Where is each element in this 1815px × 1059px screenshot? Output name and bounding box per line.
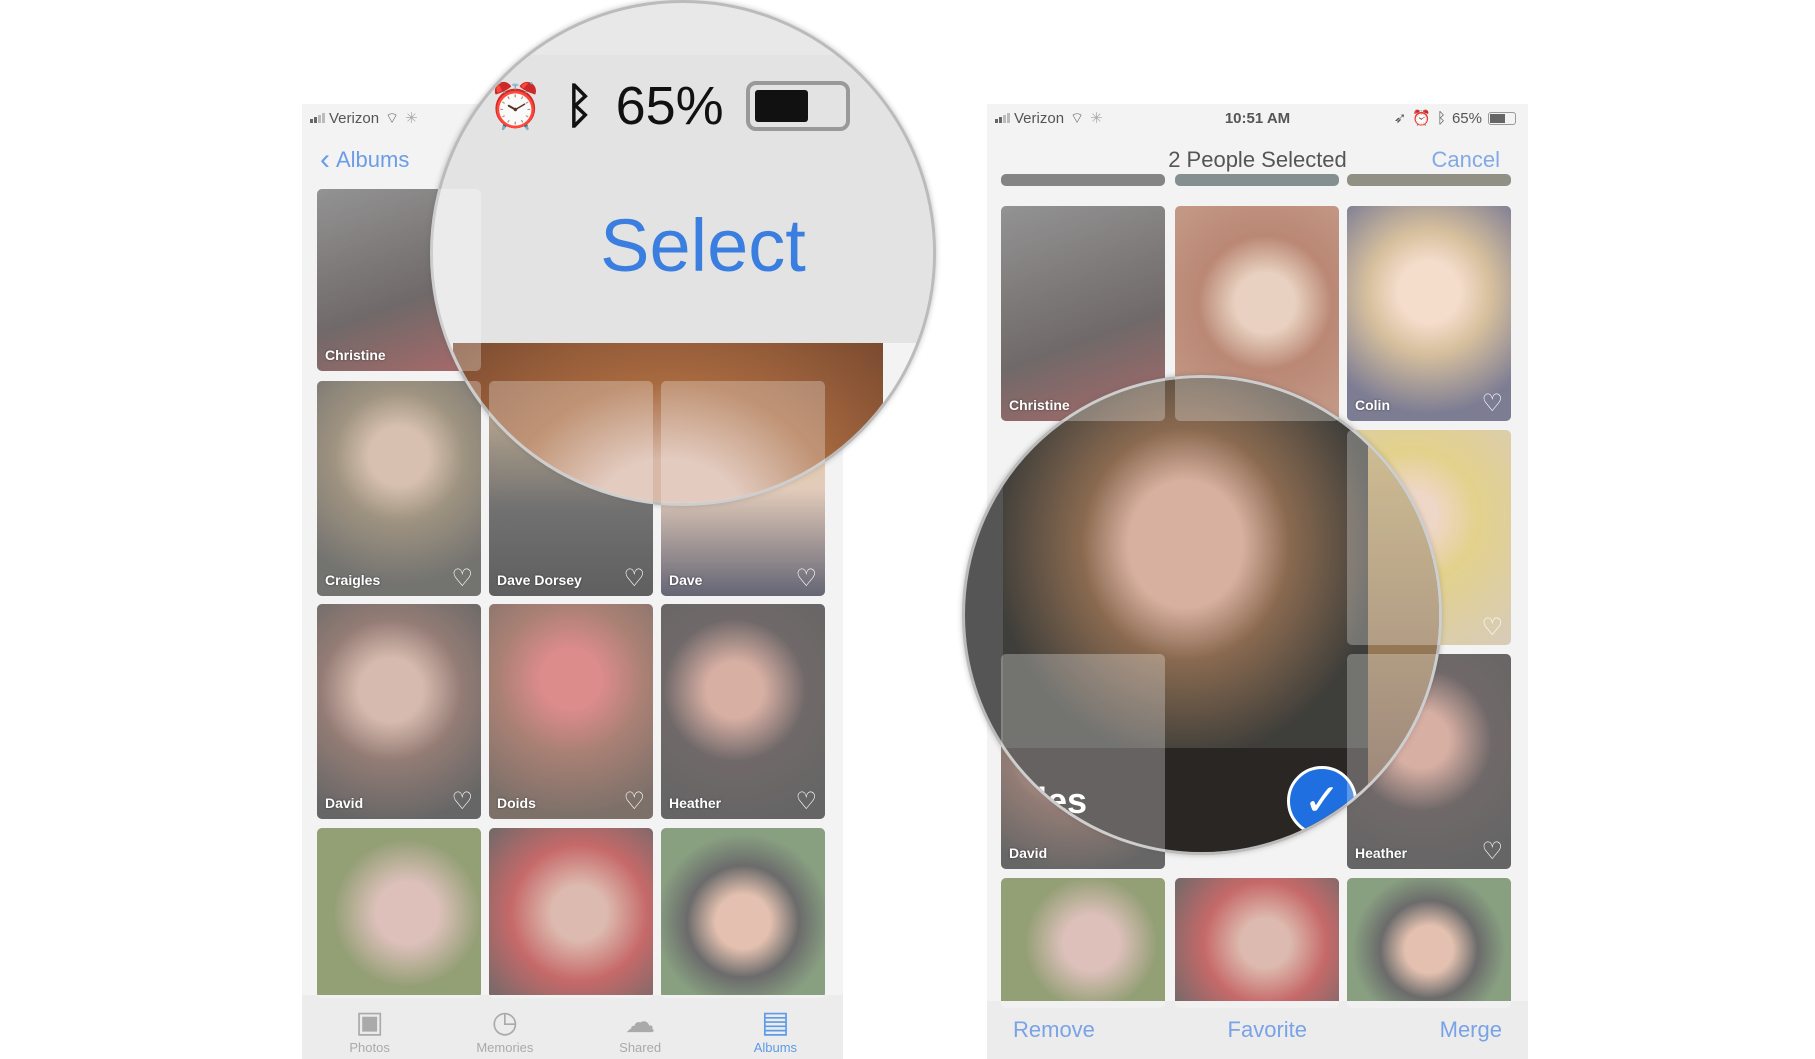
person-tile[interactable] [1347, 174, 1511, 186]
heart-icon[interactable]: ♡ [451, 790, 473, 814]
person-name: Craigles [325, 572, 381, 588]
person-tile[interactable]: Doids ♡ [489, 604, 653, 819]
tab-label: Photos [349, 1040, 390, 1055]
merge-button[interactable]: Merge [1440, 1017, 1502, 1043]
person-tile[interactable] [1001, 174, 1165, 186]
back-label: Albums [336, 147, 410, 172]
tab-label: Memories [476, 1040, 534, 1055]
person-name: Colin [1355, 397, 1390, 413]
cancel-button[interactable]: Cancel [1432, 147, 1500, 173]
person-name: Christine [325, 347, 386, 363]
person-name: Dave [669, 572, 703, 588]
person-name: David [1009, 845, 1048, 861]
heart-icon[interactable]: ♡ [795, 790, 817, 814]
remove-button[interactable]: Remove [1013, 1017, 1095, 1043]
activity-icon: ✳ [405, 110, 418, 127]
person-name: Christine [1009, 397, 1070, 413]
status-bar: Verizon ⌔ ✳ 10:51 AM ➶ ⏰ ᛒ 65% [987, 104, 1528, 132]
tab-bar: ▣ Photos ◷ Memories ☁ Shared ▤ Albums [302, 995, 843, 1059]
cloud-icon: ☁ [625, 1006, 656, 1039]
alarm-icon: ⏰ [488, 82, 543, 131]
person-tile[interactable] [1175, 878, 1339, 1008]
magnifier-select-button: ⏰ ᛒ 65% Select [430, 0, 936, 506]
heart-icon[interactable]: ♡ [795, 567, 817, 591]
person-name: Doids [497, 795, 536, 811]
tab-label: Albums [753, 1040, 798, 1055]
person-tile[interactable] [489, 828, 653, 998]
tab-label: Shared [619, 1040, 662, 1055]
person-tile[interactable] [317, 828, 481, 998]
location-icon: ➶ [1393, 110, 1407, 127]
alarm-icon: ⏰ [1412, 110, 1431, 127]
person-name: Dave Dorsey [497, 572, 582, 588]
heart-icon[interactable]: ♡ [623, 567, 645, 591]
person-tile[interactable] [1175, 174, 1339, 186]
person-name: David [325, 795, 364, 811]
albums-icon: ▤ [761, 1006, 790, 1039]
heart-icon[interactable]: ♡ [451, 567, 473, 591]
magnifier-selected-tile: Craigles ✓ [962, 375, 1442, 855]
memories-icon: ◷ [491, 1006, 518, 1039]
person-tile[interactable] [661, 828, 825, 998]
heart-icon[interactable]: ♡ [1481, 392, 1503, 416]
signal-icon [310, 113, 325, 123]
carrier: Verizon [329, 109, 380, 127]
heart-icon[interactable]: ♡ [1481, 616, 1503, 640]
checkmark-selected-icon[interactable]: ✓ [1287, 766, 1357, 836]
select-button[interactable]: Select [433, 203, 933, 288]
tab-photos[interactable]: ▣ Photos [320, 1006, 420, 1055]
favorite-button[interactable]: Favorite [1228, 1017, 1307, 1043]
chevron-left-icon: ‹ [320, 143, 330, 176]
person-tile[interactable]: Heather ♡ [661, 604, 825, 819]
heart-icon[interactable]: ♡ [1481, 840, 1503, 864]
tab-shared[interactable]: ☁ Shared [590, 1006, 690, 1055]
battery-icon [1488, 111, 1516, 125]
battery-icon [745, 81, 850, 131]
bottom-toolbar: Remove Favorite Merge [987, 1001, 1528, 1059]
photo-closeup [1003, 378, 1368, 748]
tab-memories[interactable]: ◷ Memories [455, 1006, 555, 1055]
battery-percent: 65% [615, 76, 724, 136]
photos-icon: ▣ [355, 1006, 384, 1039]
bluetooth-icon: ᛒ [564, 79, 594, 133]
battery-percent: 65% [1451, 109, 1482, 127]
tab-albums[interactable]: ▤ Albums [725, 1006, 825, 1055]
person-tile[interactable] [1001, 878, 1165, 1008]
back-button[interactable]: ‹ Albums [320, 143, 409, 177]
person-tile[interactable] [1347, 878, 1511, 1008]
person-name: Heather [1355, 845, 1408, 861]
photo-closeup [453, 343, 883, 503]
wifi-icon: ⌔ [385, 109, 400, 127]
heart-icon[interactable]: ♡ [623, 790, 645, 814]
person-name: Heather [669, 795, 722, 811]
bluetooth-icon: ᛒ [1436, 109, 1446, 127]
person-tile[interactable]: David ♡ [317, 604, 481, 819]
person-name: Craigles [965, 780, 1088, 821]
